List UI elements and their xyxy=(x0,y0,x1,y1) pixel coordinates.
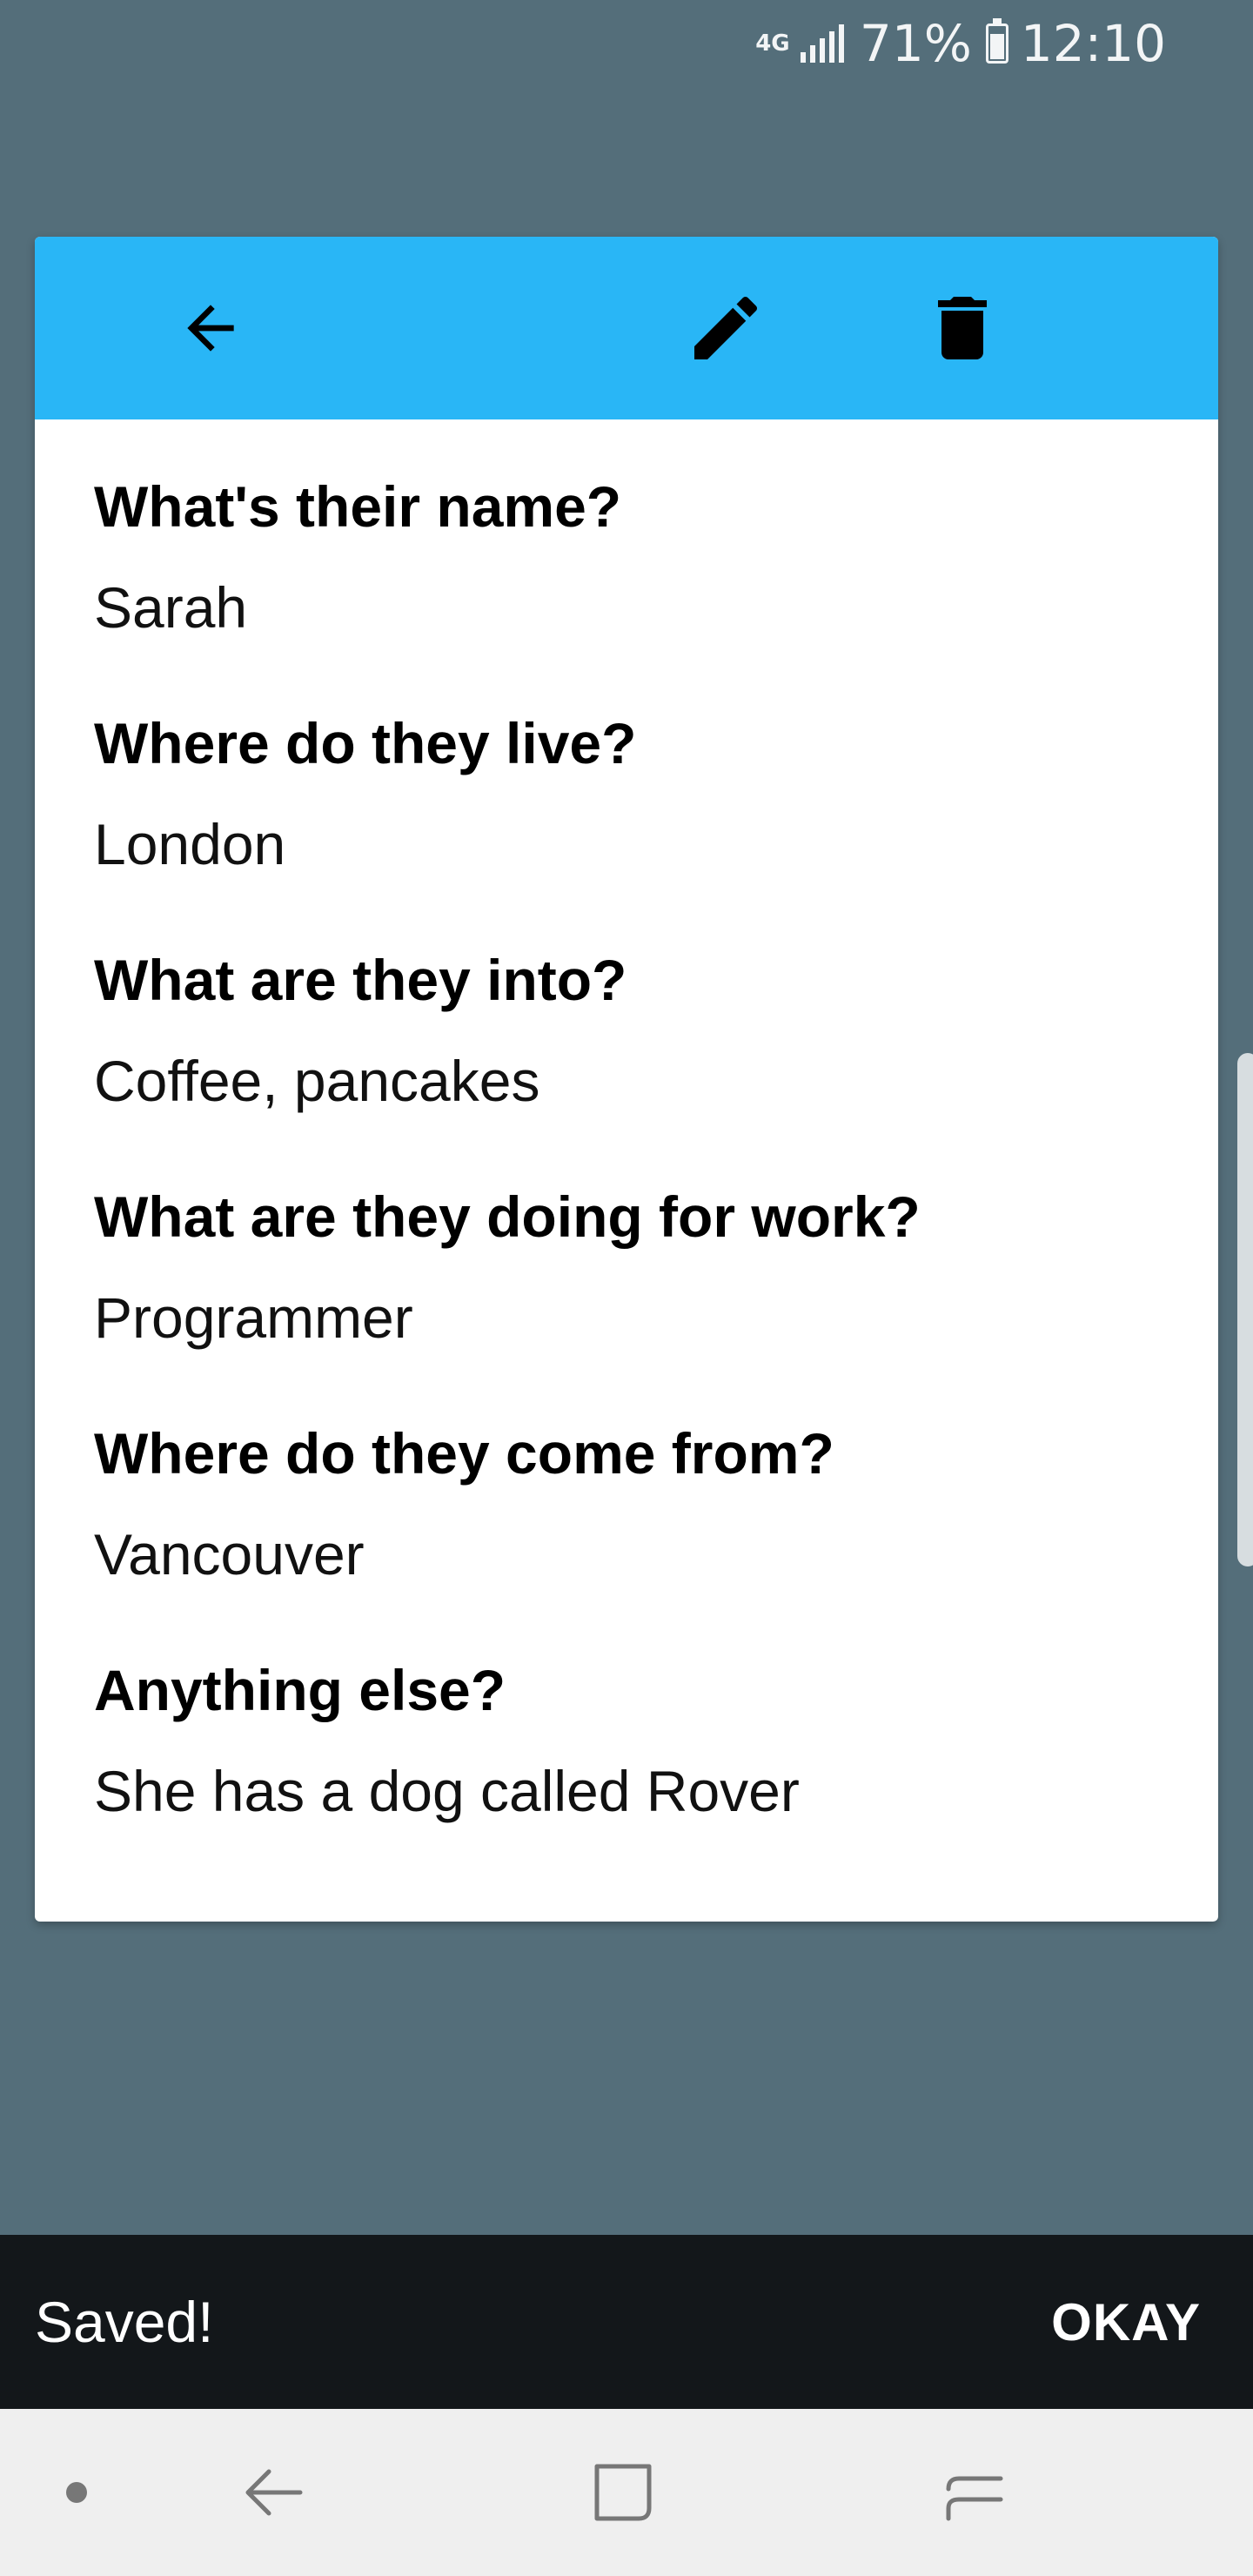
dot-icon xyxy=(66,2482,87,2503)
field-interests: What are they into? Coffee, pancakes xyxy=(94,945,1218,1182)
fields-list: What's their name? Sarah Where do they l… xyxy=(35,419,1218,1892)
field-location: Where do they live? London xyxy=(94,708,1218,945)
nav-back-icon xyxy=(245,2469,303,2516)
back-button[interactable] xyxy=(167,285,254,372)
field-notes: Anything else? She has a dog called Rove… xyxy=(94,1655,1218,1892)
answer-value: Programmer xyxy=(94,1285,413,1350)
snackbar: Saved! OKAY xyxy=(0,2235,1253,2409)
nav-recents-button[interactable] xyxy=(931,2449,1018,2536)
navigation-bar xyxy=(0,2409,1253,2576)
question-label: What are they doing for work? xyxy=(94,1184,921,1249)
detail-card: What's their name? Sarah Where do they l… xyxy=(35,237,1218,1922)
nav-back-button[interactable] xyxy=(231,2449,318,2536)
question-label: Where do they come from? xyxy=(94,1421,834,1486)
answer-value: London xyxy=(94,812,286,876)
question-label: Where do they live? xyxy=(94,711,637,775)
delete-button[interactable] xyxy=(919,285,1006,372)
nav-recents-icon xyxy=(946,2476,1003,2521)
card-toolbar xyxy=(35,237,1218,419)
snackbar-message: Saved! xyxy=(35,2290,214,2354)
battery-percent: 71% xyxy=(859,14,972,73)
question-label: What are they into? xyxy=(94,948,627,1012)
question-label: Anything else? xyxy=(94,1658,506,1722)
network-type: 4G xyxy=(755,30,790,57)
nav-home-button[interactable] xyxy=(580,2449,667,2536)
field-name: What's their name? Sarah xyxy=(94,472,1218,708)
nav-home-icon xyxy=(594,2464,652,2521)
screen: 4G 71% 12:10 What's their name? Sarah Wh… xyxy=(0,0,1253,2576)
arrow-left-icon xyxy=(187,305,234,352)
pencil-icon xyxy=(694,296,758,359)
trash-icon xyxy=(938,297,987,359)
signal-icon xyxy=(800,24,844,63)
question-label: What's their name? xyxy=(94,474,622,539)
answer-value: Coffee, pancakes xyxy=(94,1049,540,1113)
answer-value: She has a dog called Rover xyxy=(94,1759,800,1823)
status-bar: 4G 71% 12:10 xyxy=(0,0,1253,87)
battery-icon xyxy=(985,18,1008,64)
answer-value: Vancouver xyxy=(94,1522,365,1587)
edit-button[interactable] xyxy=(682,285,769,372)
field-work: What are they doing for work? Programmer xyxy=(94,1182,1218,1419)
edge-panel-handle[interactable] xyxy=(1237,1053,1253,1566)
answer-value: Sarah xyxy=(94,575,248,640)
clock: 12:10 xyxy=(1020,14,1166,73)
field-origin: Where do they come from? Vancouver xyxy=(94,1419,1218,1655)
okay-button[interactable]: OKAY xyxy=(1051,2292,1201,2352)
nav-dot-button[interactable] xyxy=(33,2449,120,2536)
